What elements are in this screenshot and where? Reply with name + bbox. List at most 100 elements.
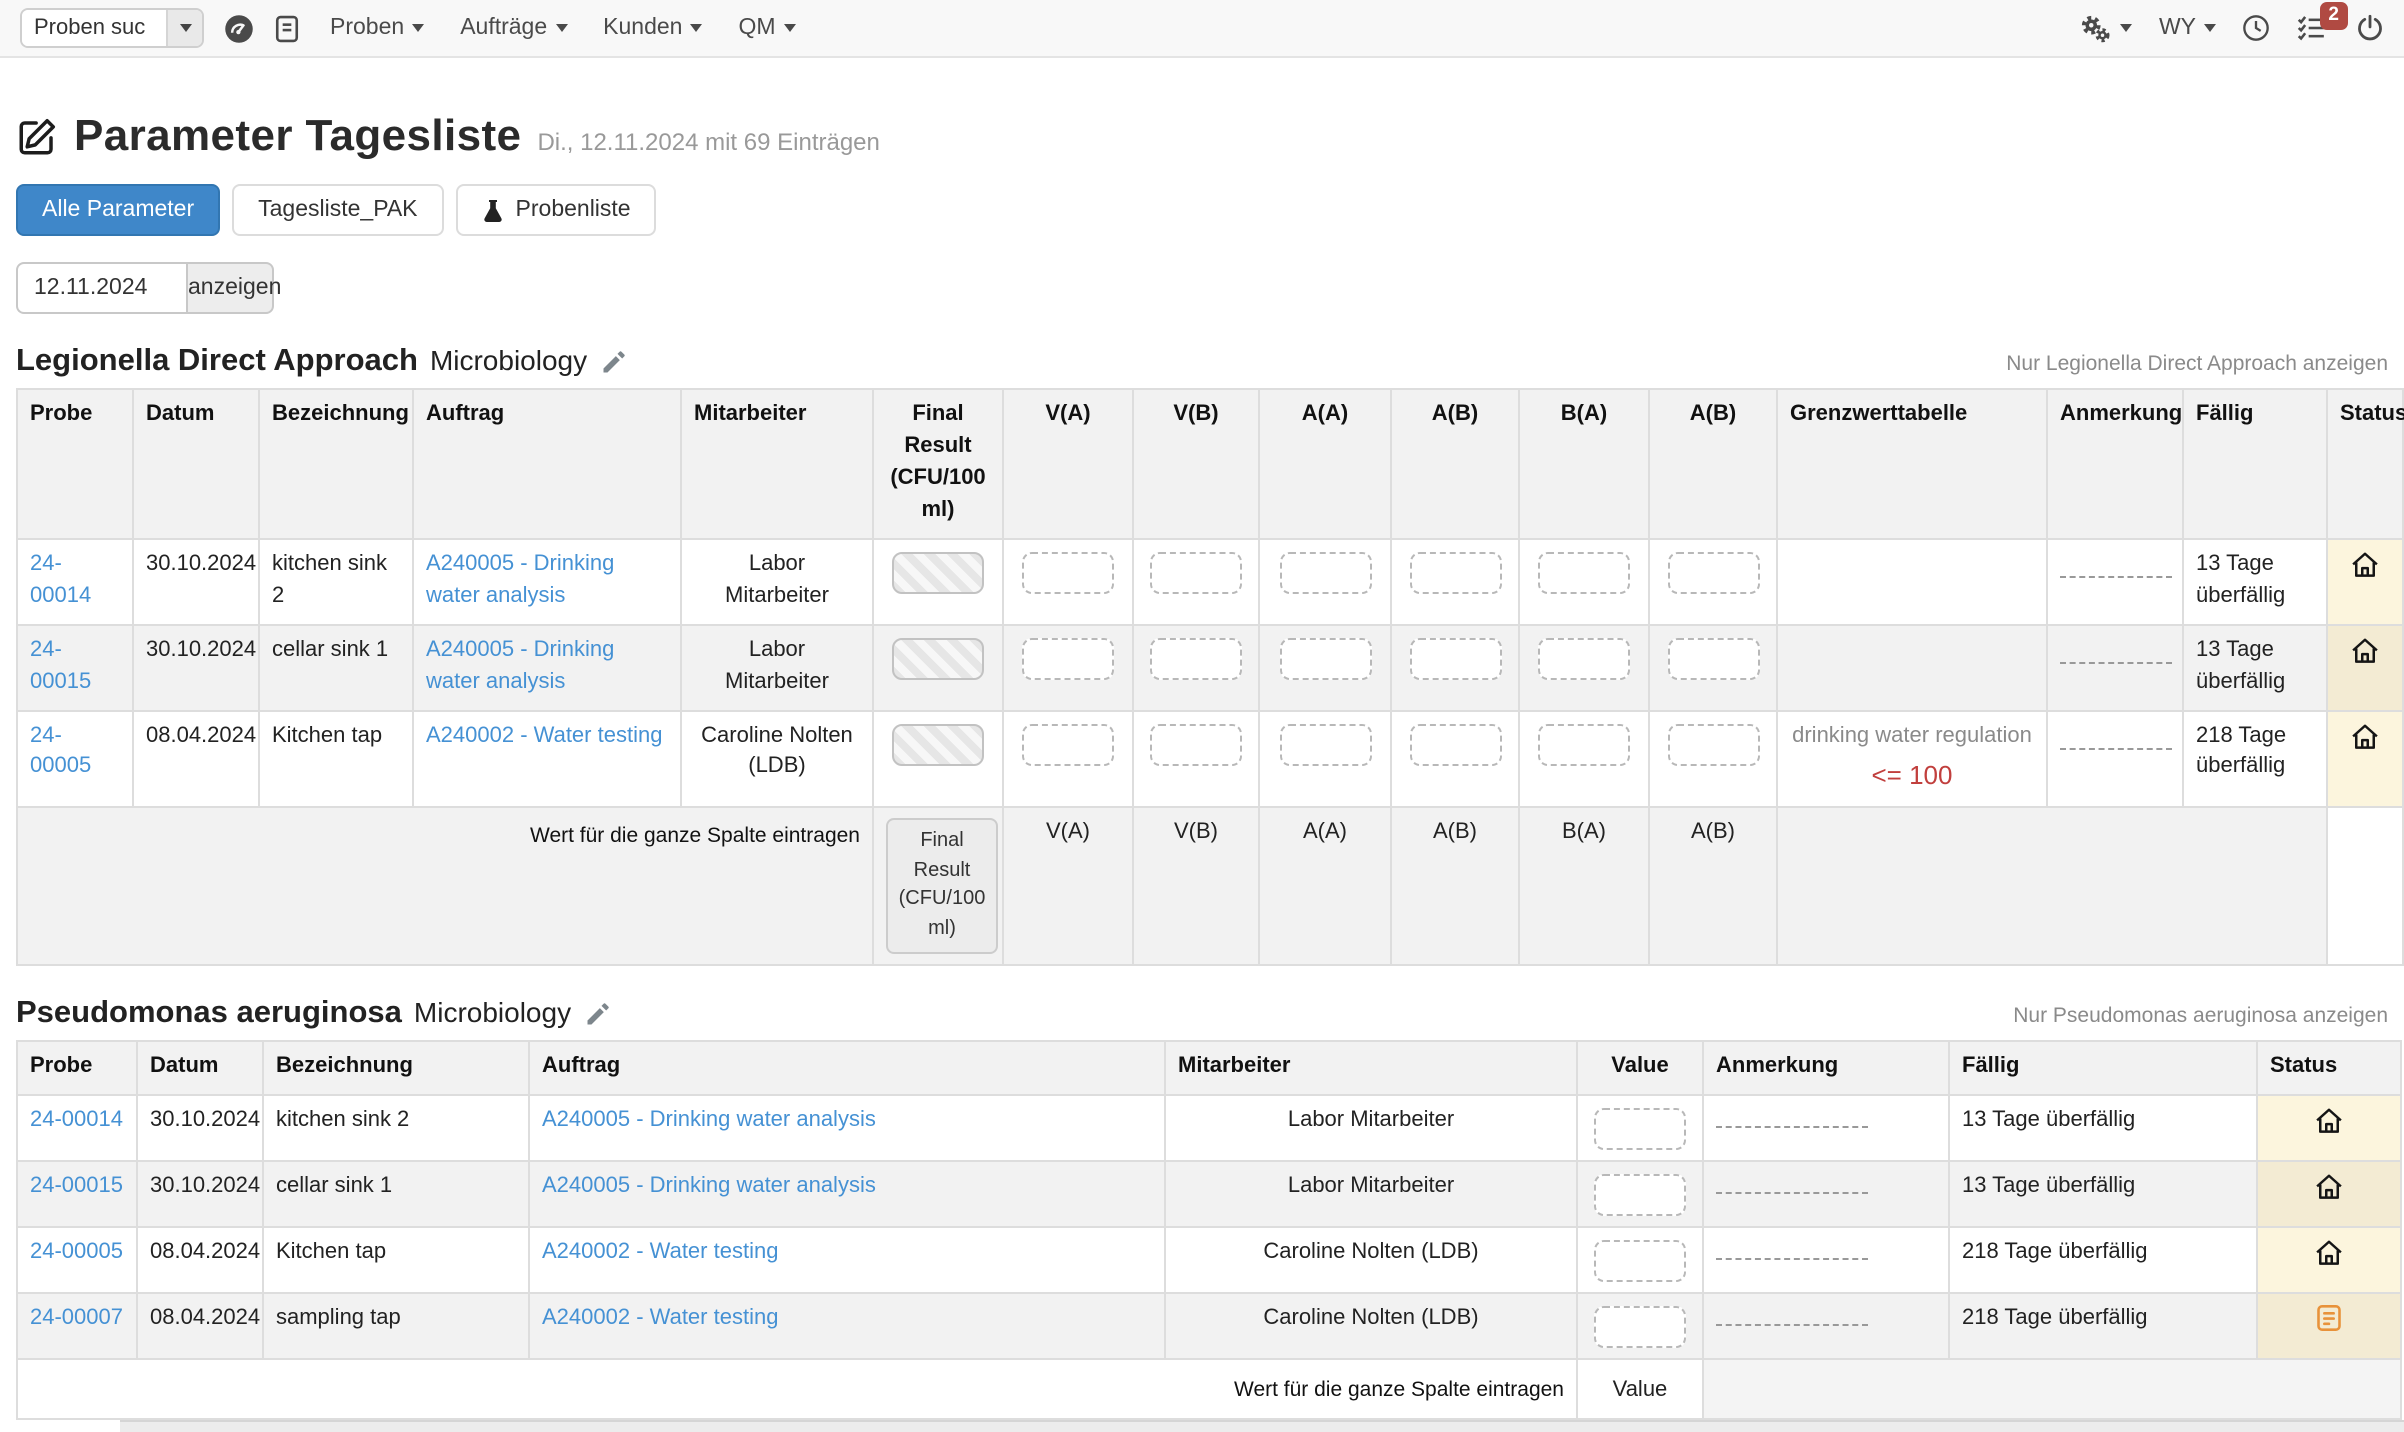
speedometer-icon[interactable] — [224, 13, 254, 43]
search-input[interactable] — [22, 10, 166, 46]
probe-link[interactable]: 24-00015 — [30, 637, 91, 693]
pencil-icon[interactable] — [583, 1001, 611, 1029]
tab-tagesliste-pak[interactable]: Tagesliste_PAK — [232, 184, 443, 236]
anmerkung-field[interactable] — [1716, 1126, 1868, 1128]
anmerkung-field[interactable] — [1716, 1192, 1868, 1194]
auftrag-link[interactable]: A240005 - Drinking water analysis — [542, 1174, 876, 1198]
tab-probenliste[interactable]: Probenliste — [456, 184, 657, 236]
value-column-action[interactable]: Value — [1577, 1359, 1703, 1419]
mitarbeiter-cell: Labor Mitarbeiter — [1165, 1095, 1577, 1161]
search-dropdown-button[interactable] — [166, 10, 202, 46]
ab-input[interactable] — [1409, 637, 1501, 679]
aa-input[interactable] — [1279, 552, 1371, 594]
datum-cell: 08.04.2024 — [133, 710, 259, 808]
vb-column-action[interactable]: V(B) — [1133, 808, 1259, 966]
anmerkung-field[interactable] — [2060, 576, 2172, 578]
status-cell — [2257, 1293, 2401, 1359]
va-input[interactable] — [1022, 723, 1114, 765]
house-icon — [2350, 635, 2380, 665]
user-menu[interactable]: WY — [2159, 16, 2216, 40]
vb-input[interactable] — [1150, 723, 1242, 765]
final-result-column-button[interactable]: Final Result (CFU/100 ml) — [886, 819, 998, 955]
aa-input[interactable] — [1279, 723, 1371, 765]
filter-pseudomonas-link[interactable]: Nur Pseudomonas aeruginosa anzeigen — [2013, 1005, 2388, 1029]
top-navbar: Proben Aufträge Kunden QM WY 2 — [0, 0, 2404, 58]
show-button[interactable]: anzeigen — [186, 262, 274, 314]
document-icon[interactable] — [274, 13, 300, 43]
clock-icon[interactable] — [2242, 14, 2270, 42]
va-input[interactable] — [1022, 637, 1114, 679]
chevron-down-icon — [412, 24, 424, 32]
ab2-input[interactable] — [1667, 637, 1759, 679]
auftrag-link[interactable]: A240002 - Water testing — [542, 1240, 778, 1264]
anmerkung-field[interactable] — [2060, 747, 2172, 749]
ab2-column-action[interactable]: A(B) — [1649, 808, 1777, 966]
grenzwert-cell — [1777, 539, 2047, 625]
anmerkung-field[interactable] — [1716, 1258, 1868, 1260]
ab-column-action[interactable]: A(B) — [1391, 808, 1519, 966]
value-input[interactable] — [1594, 1306, 1686, 1348]
auftrag-link[interactable]: A240002 - Water testing — [426, 723, 662, 747]
auftrag-link[interactable]: A240005 - Drinking water analysis — [542, 1108, 876, 1132]
tab-alle-parameter[interactable]: Alle Parameter — [16, 184, 220, 236]
value-input[interactable] — [1594, 1174, 1686, 1216]
status-cell — [2257, 1161, 2401, 1227]
probe-link[interactable]: 24-00007 — [30, 1306, 123, 1330]
vb-input[interactable] — [1150, 637, 1242, 679]
final-result-input — [892, 637, 984, 679]
probe-link[interactable]: 24-00005 — [30, 1240, 123, 1264]
aa-column-action[interactable]: A(A) — [1259, 808, 1391, 966]
date-input[interactable] — [16, 262, 186, 314]
faellig-cell: 13 Tage überfällig — [2183, 539, 2327, 625]
faellig-cell: 218 Tage überfällig — [1949, 1227, 2257, 1293]
anmerkung-field[interactable] — [2060, 661, 2172, 663]
section-category: Microbiology — [430, 344, 587, 376]
faellig-cell: 13 Tage überfällig — [1949, 1161, 2257, 1227]
section-pseudomonas: Pseudomonas aeruginosa Microbiology Nur … — [16, 997, 2388, 1421]
auftrag-link[interactable]: A240002 - Water testing — [542, 1306, 778, 1330]
vb-input[interactable] — [1150, 552, 1242, 594]
auftrag-link[interactable]: A240005 - Drinking water analysis — [426, 637, 614, 693]
chevron-down-icon — [555, 24, 567, 32]
menu-qm[interactable]: QM — [720, 16, 813, 40]
column-fill-label: Wert für die ganze Spalte eintragen — [17, 1359, 1577, 1419]
anmerkung-field[interactable] — [1716, 1324, 1868, 1326]
mitarbeiter-cell: Labor Mitarbeiter — [681, 624, 873, 710]
va-input[interactable] — [1022, 552, 1114, 594]
ab2-input[interactable] — [1667, 723, 1759, 765]
datum-cell: 08.04.2024 — [137, 1227, 263, 1293]
probe-link[interactable]: 24-00015 — [30, 1174, 123, 1198]
va-column-action[interactable]: V(A) — [1003, 808, 1133, 966]
status-cell — [2327, 539, 2403, 625]
power-icon[interactable] — [2356, 14, 2384, 42]
ba-input[interactable] — [1538, 637, 1630, 679]
probe-link[interactable]: 24-00014 — [30, 1108, 123, 1132]
house-icon — [2314, 1172, 2344, 1202]
aa-input[interactable] — [1279, 637, 1371, 679]
menu-auftraege[interactable]: Aufträge — [442, 16, 585, 40]
col-ab: A(B) — [1391, 389, 1519, 539]
probe-link[interactable]: 24-00014 — [30, 552, 91, 608]
menu-kunden[interactable]: Kunden — [585, 16, 720, 40]
settings-menu[interactable] — [2079, 13, 2133, 43]
table-row: 24-00005 08.04.2024 Kitchen tap A240002 … — [17, 710, 2403, 808]
chevron-down-icon — [690, 24, 702, 32]
table-row: 24-00014 30.10.2024 kitchen sink 2 A2400… — [17, 539, 2403, 625]
probe-link[interactable]: 24-00005 — [30, 723, 91, 779]
pencil-icon[interactable] — [599, 348, 627, 376]
value-input[interactable] — [1594, 1108, 1686, 1150]
value-input[interactable] — [1594, 1240, 1686, 1282]
filter-legionella-link[interactable]: Nur Legionella Direct Approach anzeigen — [2006, 352, 2388, 376]
auftrag-link[interactable]: A240005 - Drinking water analysis — [426, 552, 614, 608]
ab-input[interactable] — [1409, 552, 1501, 594]
final-result-input — [892, 723, 984, 765]
ab2-input[interactable] — [1667, 552, 1759, 594]
menu-proben[interactable]: Proben — [312, 16, 442, 40]
ab-input[interactable] — [1409, 723, 1501, 765]
col-bezeichnung: Bezeichnung — [263, 1042, 529, 1096]
col-grenzwerttabelle: Grenzwerttabelle — [1777, 389, 2047, 539]
ba-input[interactable] — [1538, 552, 1630, 594]
ba-column-action[interactable]: B(A) — [1519, 808, 1649, 966]
tasks-button[interactable]: 2 — [2296, 14, 2326, 42]
ba-input[interactable] — [1538, 723, 1630, 765]
